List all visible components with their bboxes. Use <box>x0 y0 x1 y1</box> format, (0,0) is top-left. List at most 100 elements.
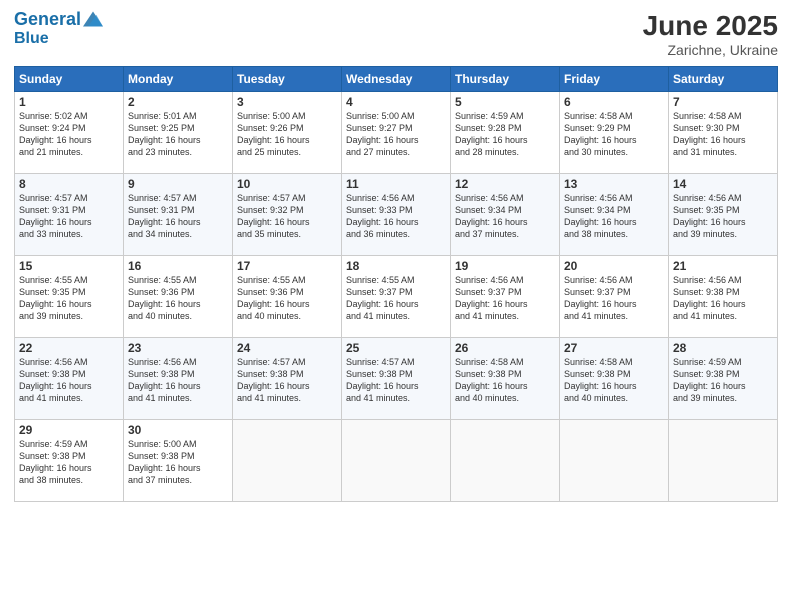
day-number: 23 <box>128 341 228 355</box>
calendar-cell: 24Sunrise: 4:57 AM Sunset: 9:38 PM Dayli… <box>233 338 342 420</box>
calendar: SundayMondayTuesdayWednesdayThursdayFrid… <box>14 66 778 502</box>
calendar-cell: 4Sunrise: 5:00 AM Sunset: 9:27 PM Daylig… <box>342 92 451 174</box>
calendar-cell: 29Sunrise: 4:59 AM Sunset: 9:38 PM Dayli… <box>15 420 124 502</box>
day-info: Sunrise: 5:01 AM Sunset: 9:25 PM Dayligh… <box>128 110 228 159</box>
day-number: 30 <box>128 423 228 437</box>
day-number: 21 <box>673 259 773 273</box>
calendar-week-row: 22Sunrise: 4:56 AM Sunset: 9:38 PM Dayli… <box>15 338 778 420</box>
day-number: 4 <box>346 95 446 109</box>
day-info: Sunrise: 4:59 AM Sunset: 9:38 PM Dayligh… <box>19 438 119 487</box>
day-info: Sunrise: 4:58 AM Sunset: 9:29 PM Dayligh… <box>564 110 664 159</box>
day-info: Sunrise: 4:59 AM Sunset: 9:28 PM Dayligh… <box>455 110 555 159</box>
day-info: Sunrise: 4:58 AM Sunset: 9:30 PM Dayligh… <box>673 110 773 159</box>
logo: General Blue <box>14 10 103 47</box>
day-number: 12 <box>455 177 555 191</box>
day-info: Sunrise: 4:56 AM Sunset: 9:35 PM Dayligh… <box>673 192 773 241</box>
month-title: June 2025 <box>643 10 778 42</box>
weekday-header-cell: Wednesday <box>342 67 451 92</box>
day-info: Sunrise: 5:02 AM Sunset: 9:24 PM Dayligh… <box>19 110 119 159</box>
day-info: Sunrise: 4:58 AM Sunset: 9:38 PM Dayligh… <box>455 356 555 405</box>
weekday-header-cell: Sunday <box>15 67 124 92</box>
day-number: 15 <box>19 259 119 273</box>
day-number: 3 <box>237 95 337 109</box>
day-number: 18 <box>346 259 446 273</box>
calendar-cell: 2Sunrise: 5:01 AM Sunset: 9:25 PM Daylig… <box>124 92 233 174</box>
day-number: 20 <box>564 259 664 273</box>
day-info: Sunrise: 4:56 AM Sunset: 9:33 PM Dayligh… <box>346 192 446 241</box>
day-number: 29 <box>19 423 119 437</box>
day-info: Sunrise: 4:57 AM Sunset: 9:31 PM Dayligh… <box>128 192 228 241</box>
weekday-header-cell: Monday <box>124 67 233 92</box>
calendar-cell: 19Sunrise: 4:56 AM Sunset: 9:37 PM Dayli… <box>451 256 560 338</box>
calendar-cell: 22Sunrise: 4:56 AM Sunset: 9:38 PM Dayli… <box>15 338 124 420</box>
calendar-cell: 13Sunrise: 4:56 AM Sunset: 9:34 PM Dayli… <box>560 174 669 256</box>
calendar-cell: 16Sunrise: 4:55 AM Sunset: 9:36 PM Dayli… <box>124 256 233 338</box>
day-number: 2 <box>128 95 228 109</box>
calendar-cell: 7Sunrise: 4:58 AM Sunset: 9:30 PM Daylig… <box>669 92 778 174</box>
day-number: 5 <box>455 95 555 109</box>
calendar-cell: 5Sunrise: 4:59 AM Sunset: 9:28 PM Daylig… <box>451 92 560 174</box>
calendar-cell: 6Sunrise: 4:58 AM Sunset: 9:29 PM Daylig… <box>560 92 669 174</box>
day-number: 19 <box>455 259 555 273</box>
day-number: 28 <box>673 341 773 355</box>
calendar-cell <box>451 420 560 502</box>
header: General Blue June 2025 Zarichne, Ukraine <box>14 10 778 58</box>
calendar-cell: 3Sunrise: 5:00 AM Sunset: 9:26 PM Daylig… <box>233 92 342 174</box>
day-number: 17 <box>237 259 337 273</box>
day-info: Sunrise: 4:55 AM Sunset: 9:36 PM Dayligh… <box>237 274 337 323</box>
day-info: Sunrise: 4:58 AM Sunset: 9:38 PM Dayligh… <box>564 356 664 405</box>
day-number: 27 <box>564 341 664 355</box>
logo-line1: General <box>14 9 81 29</box>
calendar-cell: 17Sunrise: 4:55 AM Sunset: 9:36 PM Dayli… <box>233 256 342 338</box>
day-info: Sunrise: 4:56 AM Sunset: 9:34 PM Dayligh… <box>564 192 664 241</box>
weekday-header-cell: Friday <box>560 67 669 92</box>
logo-line2: Blue <box>14 30 103 48</box>
day-number: 13 <box>564 177 664 191</box>
calendar-week-row: 29Sunrise: 4:59 AM Sunset: 9:38 PM Dayli… <box>15 420 778 502</box>
calendar-cell <box>669 420 778 502</box>
calendar-cell: 8Sunrise: 4:57 AM Sunset: 9:31 PM Daylig… <box>15 174 124 256</box>
day-number: 14 <box>673 177 773 191</box>
day-number: 24 <box>237 341 337 355</box>
day-number: 9 <box>128 177 228 191</box>
day-info: Sunrise: 4:56 AM Sunset: 9:34 PM Dayligh… <box>455 192 555 241</box>
weekday-header-cell: Tuesday <box>233 67 342 92</box>
day-number: 25 <box>346 341 446 355</box>
calendar-cell <box>560 420 669 502</box>
day-info: Sunrise: 4:55 AM Sunset: 9:36 PM Dayligh… <box>128 274 228 323</box>
location-subtitle: Zarichne, Ukraine <box>643 42 778 58</box>
calendar-cell: 10Sunrise: 4:57 AM Sunset: 9:32 PM Dayli… <box>233 174 342 256</box>
calendar-body: 1Sunrise: 5:02 AM Sunset: 9:24 PM Daylig… <box>15 92 778 502</box>
calendar-cell: 14Sunrise: 4:56 AM Sunset: 9:35 PM Dayli… <box>669 174 778 256</box>
day-number: 8 <box>19 177 119 191</box>
calendar-cell: 11Sunrise: 4:56 AM Sunset: 9:33 PM Dayli… <box>342 174 451 256</box>
calendar-cell <box>233 420 342 502</box>
day-info: Sunrise: 4:56 AM Sunset: 9:37 PM Dayligh… <box>564 274 664 323</box>
weekday-header-cell: Saturday <box>669 67 778 92</box>
calendar-week-row: 15Sunrise: 4:55 AM Sunset: 9:35 PM Dayli… <box>15 256 778 338</box>
title-block: June 2025 Zarichne, Ukraine <box>643 10 778 58</box>
calendar-cell: 12Sunrise: 4:56 AM Sunset: 9:34 PM Dayli… <box>451 174 560 256</box>
page: General Blue June 2025 Zarichne, Ukraine… <box>0 0 792 612</box>
day-number: 6 <box>564 95 664 109</box>
day-number: 16 <box>128 259 228 273</box>
day-info: Sunrise: 4:57 AM Sunset: 9:38 PM Dayligh… <box>237 356 337 405</box>
calendar-cell: 18Sunrise: 4:55 AM Sunset: 9:37 PM Dayli… <box>342 256 451 338</box>
calendar-cell: 27Sunrise: 4:58 AM Sunset: 9:38 PM Dayli… <box>560 338 669 420</box>
day-info: Sunrise: 4:59 AM Sunset: 9:38 PM Dayligh… <box>673 356 773 405</box>
calendar-cell: 25Sunrise: 4:57 AM Sunset: 9:38 PM Dayli… <box>342 338 451 420</box>
day-info: Sunrise: 4:55 AM Sunset: 9:35 PM Dayligh… <box>19 274 119 323</box>
day-number: 10 <box>237 177 337 191</box>
calendar-week-row: 1Sunrise: 5:02 AM Sunset: 9:24 PM Daylig… <box>15 92 778 174</box>
calendar-cell: 20Sunrise: 4:56 AM Sunset: 9:37 PM Dayli… <box>560 256 669 338</box>
day-info: Sunrise: 4:56 AM Sunset: 9:38 PM Dayligh… <box>19 356 119 405</box>
day-info: Sunrise: 4:56 AM Sunset: 9:38 PM Dayligh… <box>128 356 228 405</box>
calendar-week-row: 8 Sunrise: 4:57 AM Sunset: 9:31 PM Daylig… <box>15 174 778 256</box>
logo-icon <box>83 9 103 29</box>
calendar-cell: 9Sunrise: 4:57 AM Sunset: 9:31 PM Daylig… <box>124 174 233 256</box>
calendar-cell: 21Sunrise: 4:56 AM Sunset: 9:38 PM Dayli… <box>669 256 778 338</box>
day-info: Sunrise: 5:00 AM Sunset: 9:27 PM Dayligh… <box>346 110 446 159</box>
day-info: Sunrise: 5:00 AM Sunset: 9:38 PM Dayligh… <box>128 438 228 487</box>
calendar-cell: 26Sunrise: 4:58 AM Sunset: 9:38 PM Dayli… <box>451 338 560 420</box>
calendar-cell: 23Sunrise: 4:56 AM Sunset: 9:38 PM Dayli… <box>124 338 233 420</box>
